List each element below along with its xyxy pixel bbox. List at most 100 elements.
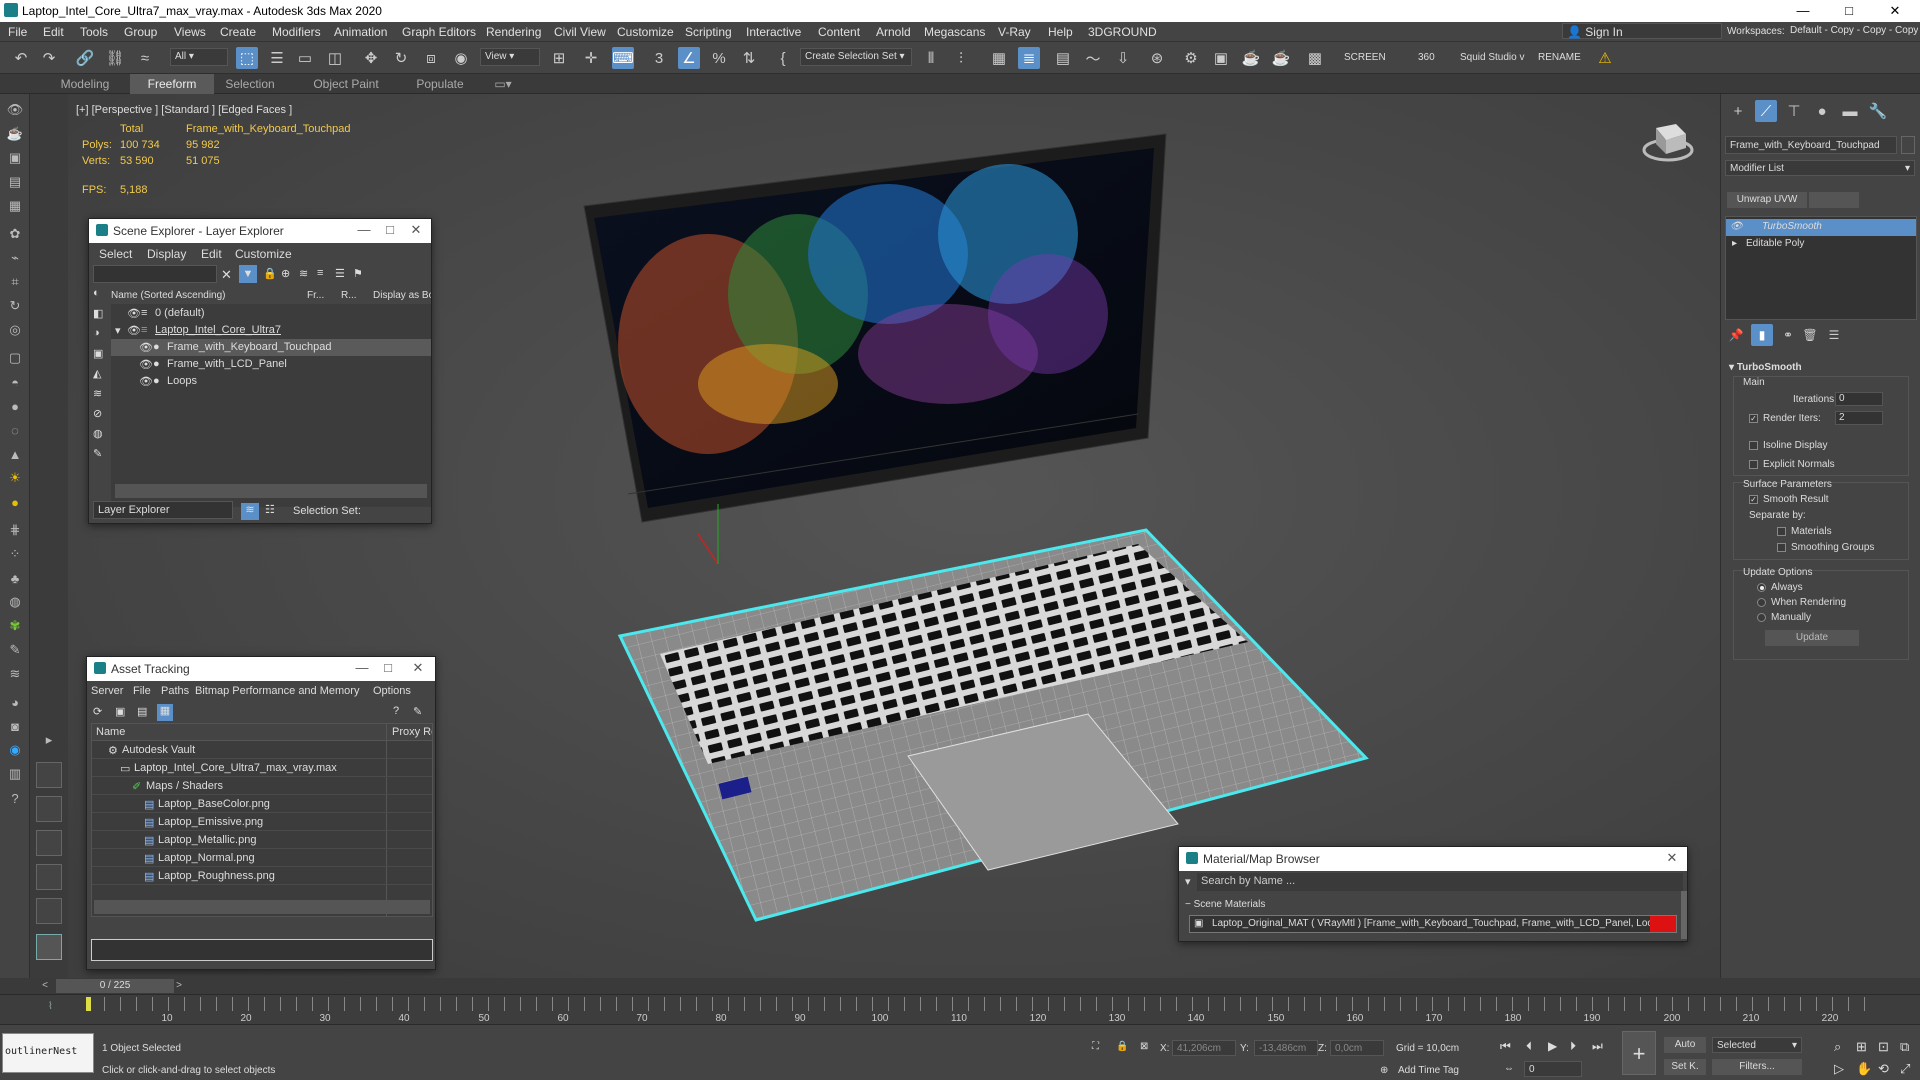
go-to-start-icon[interactable]: ⏮ [1500,1039,1511,1054]
screen-label[interactable]: SCREEN [1344,52,1386,63]
minimize-icon[interactable]: — [355,222,373,237]
menu-animation[interactable]: Animation [334,25,387,39]
menu-content[interactable]: Content [818,25,860,39]
always-radio[interactable] [1757,583,1766,592]
se-row[interactable]: ▾ 👁 ≡ Laptop_Intel_Core_Ultra7 [111,322,431,339]
menu-customize[interactable]: Customize [617,25,674,39]
make-unique-icon[interactable]: ⚭ [1777,324,1799,346]
modify-tab-icon[interactable]: ⟋ [1755,100,1777,122]
menu-arnold[interactable]: Arnold [876,25,911,39]
eye-icon[interactable]: 👁 [127,324,141,337]
maxscript-listener-field[interactable]: outlinerNest [2,1033,94,1073]
scale-icon[interactable]: ⧈ [420,47,442,69]
menu-scripting[interactable]: Scripting [685,25,732,39]
display-spacewarps-icon[interactable]: ⊘ [93,407,102,424]
asset-tracking-titlebar[interactable]: Asset Tracking — □ ✕ [87,657,435,681]
orb-icon[interactable]: ◕ [5,692,25,712]
hierarchy-tab-icon[interactable]: ⊤ [1783,100,1805,122]
display-groups-icon[interactable]: ◍ [93,427,103,444]
display-lights-icon[interactable]: ▣ [93,347,103,364]
snap-icon[interactable]: ⌁ [5,248,25,268]
toggle-scene-explorer-icon[interactable]: ▦ [988,47,1010,69]
manually-radio[interactable] [1757,613,1766,622]
toggle-ribbon-icon[interactable]: ▤ [1052,47,1074,69]
motion-icon[interactable]: ↻ [5,296,25,316]
display-shapes-icon[interactable]: ◑ [93,327,100,344]
curve-editor-icon[interactable]: 〜 [1082,47,1104,69]
pin-stack-icon[interactable]: 📌 [1725,324,1747,346]
pan-icon[interactable]: ✋ [1856,1061,1872,1077]
iterations-spinner[interactable]: 0 [1835,392,1883,406]
selection-lock-icon[interactable]: 🔒 [1116,1041,1128,1052]
window-crossing-icon[interactable]: ◫ [324,47,346,69]
hierarchy-icon[interactable]: ⌗ [5,272,25,292]
unlink-icon[interactable]: ⛓ [104,47,126,69]
eye-icon[interactable]: 👁 [127,307,141,320]
edit-named-sets-icon[interactable]: { [772,47,794,69]
menu-3dground[interactable]: 3DGROUND [1088,25,1157,39]
x-coordinate-field[interactable]: 41,206cm [1172,1040,1236,1056]
display-tab-icon[interactable]: ▬ [1839,100,1861,122]
display-bones-icon[interactable]: ✎ [93,447,102,464]
at-col-proxy[interactable]: Proxy Re [392,726,432,738]
curve-editor-mini-icon[interactable]: ⌇ [48,1001,53,1012]
eye-icon[interactable]: 👁 [139,358,153,371]
zoom-icon[interactable]: ⌕ [1834,1039,1841,1055]
schematic-view-icon[interactable]: ⇩ [1112,47,1134,69]
isoline-display-checkbox[interactable] [1749,441,1758,450]
checkout-icon[interactable]: ▣ [115,705,125,722]
layout-thumb-4[interactable] [36,864,62,890]
stack-item-turbosmooth[interactable]: 👁 TurboSmooth [1726,219,1916,236]
at-row[interactable]: ▤ Laptop_Roughness.png [92,868,432,885]
squid-studio-label[interactable]: Squid Studio v [1460,52,1525,63]
time-slider-thumb[interactable]: 0 / 225 [56,979,174,993]
rollout-turbosmooth[interactable]: ▾ TurboSmooth [1729,362,1802,373]
remove-modifier-icon[interactable]: 🗑 [1799,324,1821,346]
isolate-selection-icon[interactable]: ⛶ [1092,1041,1099,1052]
next-frame-icon[interactable]: > [172,980,186,992]
tree-icon[interactable]: ♣ [5,568,25,588]
sphere-icon[interactable]: ● [5,396,25,416]
redo-icon[interactable]: ↷ [38,47,60,69]
at-path-field[interactable] [91,939,433,961]
show-end-result-icon[interactable]: ▮ [1751,324,1773,346]
selection-set-icon[interactable]: ☷ [265,503,275,520]
render-iters-spinner[interactable]: 2 [1835,411,1883,425]
at-menu-bitmap[interactable]: Bitmap Performance and Memory [195,685,359,702]
tab-populate[interactable]: Populate [400,74,480,94]
object-name-field[interactable]: Frame_with_Keyboard_Touchpad [1725,136,1897,154]
select-manipulate-icon[interactable]: ✛ [580,47,602,69]
cone-icon[interactable]: ▲ [5,444,25,464]
menu-edit[interactable]: Edit [43,25,64,39]
material-browser-scrollbar[interactable] [1681,891,1687,939]
layout-thumb-1[interactable] [36,762,62,788]
filters-button[interactable]: Filters... [1712,1059,1802,1075]
zoom-extents-icon[interactable]: ⊡ [1878,1039,1889,1055]
layout-thumb-5[interactable] [36,898,62,924]
material-search-input[interactable]: Search by Name ... [1197,873,1683,891]
at-row[interactable]: ⚙ Autodesk Vault [92,742,432,759]
display-icon[interactable]: ◎ [5,320,25,340]
tab-selection[interactable]: Selection [214,74,286,94]
zoom-all-icon[interactable]: ⊞ [1856,1039,1867,1055]
lock-icon[interactable]: 🔒 [263,267,277,284]
eye-icon[interactable]: 👁 [5,100,25,120]
teapot-icon[interactable]: ☕ [5,124,25,144]
se-col-display-box[interactable]: Display as Box [373,290,431,301]
menu-group[interactable]: Group [124,25,157,39]
smoothing-groups-checkbox[interactable] [1777,543,1786,552]
selection-filter-dropdown[interactable]: All ▾ [170,48,228,66]
key-filter-dropdown[interactable]: Selected ▾ [1712,1037,1802,1053]
se-row[interactable]: 👁 ≡ 0 (default) [111,305,431,322]
place-icon[interactable]: ◉ [450,47,472,69]
layers-stack-icon[interactable]: ☰ [335,267,345,284]
close-icon[interactable]: ✕ [407,222,425,238]
fov-icon[interactable]: ▷ [1834,1061,1844,1077]
se-menu-display[interactable]: Display [147,247,186,264]
refresh-icon[interactable]: ⟳ [93,705,102,722]
at-menu-file[interactable]: File [133,685,151,702]
perspective-viewport[interactable]: [+] [Perspective ] [Standard ] [Edged Fa… [68,94,1720,978]
at-row[interactable]: ▤ Laptop_Normal.png [92,850,432,867]
eye-icon[interactable]: 👁 [139,341,153,354]
motion-tab-icon[interactable]: ● [1811,100,1833,122]
